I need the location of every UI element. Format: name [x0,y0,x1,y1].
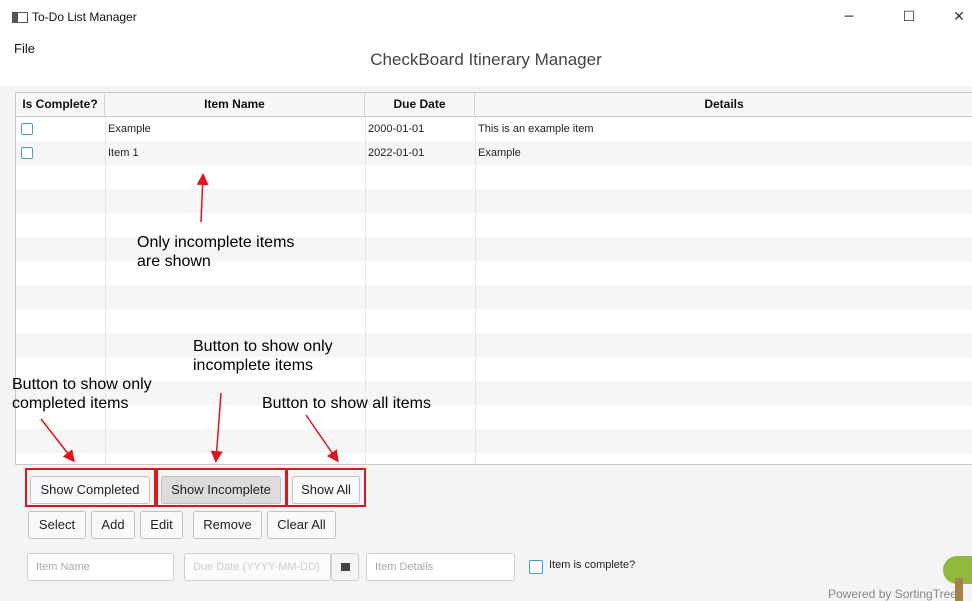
column-header-due-date[interactable]: Due Date [365,93,475,116]
annotation-line: Only incomplete items [137,234,295,251]
page-title: CheckBoard Itinerary Manager [370,50,602,69]
remove-button[interactable]: Remove [193,511,262,539]
row-item-name: Item 1 [108,147,139,159]
empty-row [16,285,972,309]
annotation-line: are shown [137,253,211,270]
calendar-icon[interactable] [331,553,359,581]
title-bar: To-Do List Manager ─ ☐ ✕ [0,0,972,34]
clear-all-button[interactable]: Clear All [267,511,336,539]
table-row[interactable]: Item 1 2022-01-01 Example [16,141,972,165]
empty-row [16,309,972,333]
empty-row [16,429,972,453]
select-button[interactable]: Select [28,511,86,539]
table-header: Is Complete? Item Name Due Date Details [16,93,972,117]
annotation-show-completed: Button to show only completed items [12,375,152,413]
minimize-button[interactable]: ─ [826,0,872,34]
empty-row [16,453,972,464]
row-item-name: Example [108,123,151,135]
row-due-date: 2000-01-01 [368,123,425,135]
empty-row [16,189,972,213]
row-complete-checkbox[interactable] [21,147,33,159]
todo-table[interactable]: Is Complete? Item Name Due Date Details … [15,92,972,465]
row-details: Example [478,147,521,159]
annotation-show-incomplete: Button to show only incomplete items [193,337,333,375]
close-button[interactable]: ✕ [936,0,972,34]
empty-row [16,165,972,189]
item-name-field[interactable]: Item Name [27,553,174,581]
annotation-line: completed items [12,395,129,412]
empty-row [16,333,972,357]
add-button[interactable]: Add [91,511,135,539]
column-divider [475,117,476,464]
annotation-line: incomplete items [193,357,314,374]
empty-row [16,357,972,381]
highlight-box [286,468,366,507]
edit-button[interactable]: Edit [140,511,183,539]
column-header-is-complete[interactable]: Is Complete? [16,93,105,116]
row-details: This is an example item [478,123,594,135]
window-title: To-Do List Manager [32,10,137,24]
annotation-line: Button to show only [193,338,333,355]
row-due-date: 2022-01-01 [368,147,425,159]
app-icon [12,12,28,23]
empty-row [16,381,972,405]
maximize-button[interactable]: ☐ [886,0,932,34]
column-header-details[interactable]: Details [475,93,972,116]
row-complete-checkbox[interactable] [21,123,33,135]
annotation-show-all: Button to show all items [262,395,431,412]
due-date-field[interactable]: Due Date (YYYY-MM-DD) [184,553,331,581]
column-header-item-name[interactable]: Item Name [105,93,365,116]
annotation-line: Button to show only [12,376,152,393]
tree-trunk-icon [955,578,963,601]
item-complete-checkbox[interactable] [529,560,543,574]
item-details-field[interactable]: Item Details [366,553,515,581]
powered-by-text: Powered by SortingTree [828,587,957,601]
empty-row [16,405,972,429]
annotation-incomplete-shown: Only incomplete items are shown [137,233,294,271]
highlight-box [156,468,287,507]
item-complete-label: Item is complete? [549,559,636,571]
highlight-box [25,468,156,507]
table-row[interactable]: Example 2000-01-01 This is an example it… [16,117,972,141]
